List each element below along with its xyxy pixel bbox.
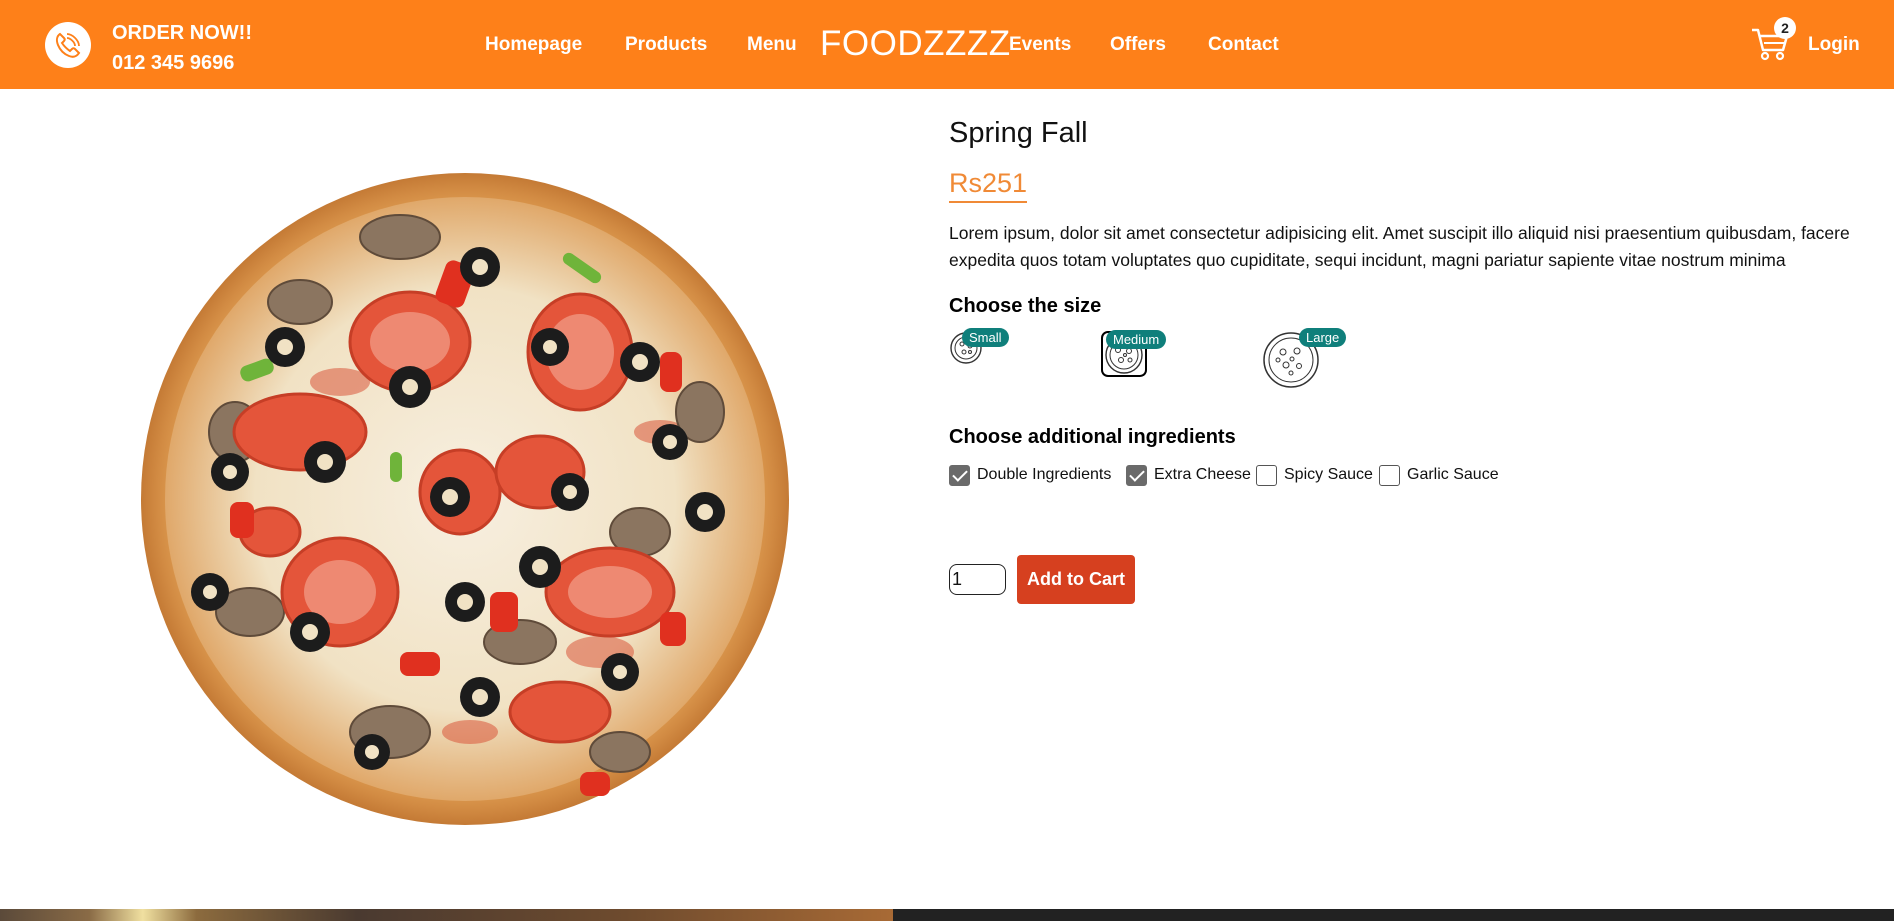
login-link[interactable]: Login (1808, 34, 1860, 56)
nav-contact[interactable]: Contact (1208, 34, 1279, 56)
garlic-sauce-checkbox[interactable] (1379, 465, 1400, 486)
size-large-label: Large (1299, 328, 1347, 347)
product-image (140, 172, 790, 826)
navbar: ORDER NOW!! 012 345 9696 Homepage Produc… (0, 0, 1894, 89)
ingredient-label: Double Ingredients (977, 466, 1112, 483)
site-logo[interactable]: FOODZZZZ (820, 24, 1011, 64)
phone-button[interactable] (45, 22, 91, 68)
ingredient-label: Spicy Sauce (1284, 466, 1373, 483)
add-to-cart-button[interactable]: Add to Cart (1017, 555, 1135, 604)
product-title: Spring Fall (949, 117, 1088, 149)
ingredients-heading: Choose additional ingredients (949, 426, 1236, 448)
cart-count-badge: 2 (1774, 17, 1796, 39)
size-medium-label: Medium (1106, 330, 1167, 349)
quantity-input[interactable] (949, 564, 1006, 595)
product-price: Rs251 (949, 168, 1028, 203)
double-ingredients-checkbox[interactable] (949, 465, 970, 486)
order-now-block: ORDER NOW!! 012 345 9696 (112, 18, 252, 78)
footer-banner-image (0, 909, 893, 921)
nav-events[interactable]: Events (1009, 34, 1071, 56)
nav-homepage[interactable]: Homepage (485, 34, 582, 56)
product-description: Lorem ipsum, dolor sit amet consectetur … (949, 223, 1850, 270)
phone-icon (55, 32, 81, 58)
order-phone-number: 012 345 9696 (112, 52, 235, 74)
size-small-label: Small (962, 328, 1009, 347)
ingredient-label: Garlic Sauce (1407, 466, 1499, 483)
pizza-illustration (141, 173, 789, 825)
nav-menu[interactable]: Menu (747, 34, 797, 56)
nav-offers[interactable]: Offers (1110, 34, 1166, 56)
spicy-sauce-checkbox[interactable] (1256, 465, 1277, 486)
ingredient-label: Extra Cheese (1154, 466, 1251, 483)
footer-dark-panel (893, 909, 1894, 921)
order-now-title: ORDER NOW!! (112, 22, 252, 44)
extra-cheese-checkbox[interactable] (1126, 465, 1147, 486)
size-heading: Choose the size (949, 295, 1102, 317)
nav-products[interactable]: Products (625, 34, 707, 56)
